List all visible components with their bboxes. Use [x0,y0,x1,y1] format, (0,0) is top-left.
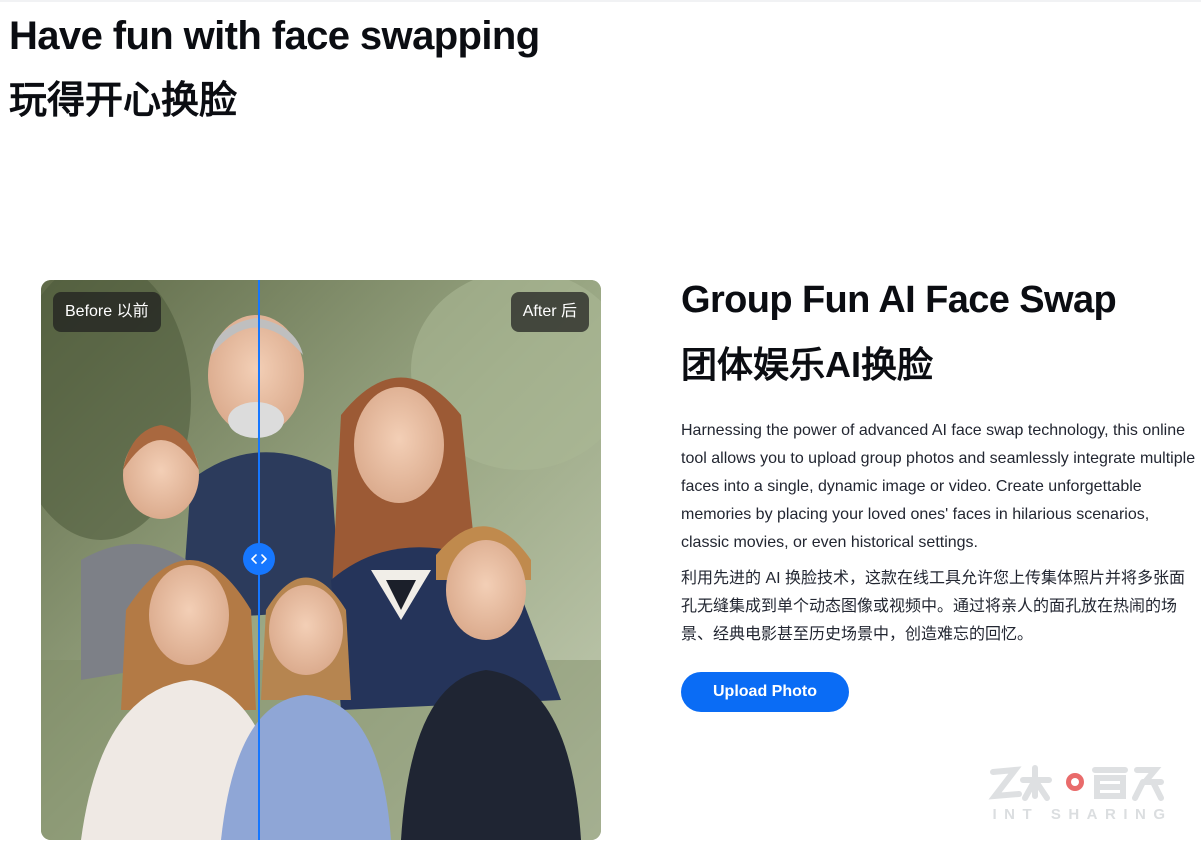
after-label: After 后 [510,292,589,332]
page-title: Have fun with face swapping [9,14,540,58]
comparison-slider-handle[interactable] [243,543,275,575]
watermark-text: INT SHARING [992,806,1173,823]
watermark-logo: INT SHARING [985,760,1180,830]
feature-title-cn: 团体娱乐AI换脸 [681,344,934,385]
group-family-photo [41,280,601,840]
feature-description: Harnessing the power of advanced AI face… [681,422,1196,551]
before-label: Before 以前 [53,292,161,332]
top-border [0,0,1201,2]
page-title-cn: 玩得开心换脸 [9,80,238,122]
feature-description-cn: 利用先进的 AI 换脸技术，这款在线工具允许您上传集体照片并将多张面孔无缝集成到… [681,570,1186,643]
before-after-comparison[interactable]: Before 以前 After 后 [41,280,601,840]
chevron-left-right-icon [251,554,267,564]
upload-photo-button[interactable]: Upload Photo [681,672,849,712]
feature-title: Group Fun AI Face Swap [681,279,1117,321]
